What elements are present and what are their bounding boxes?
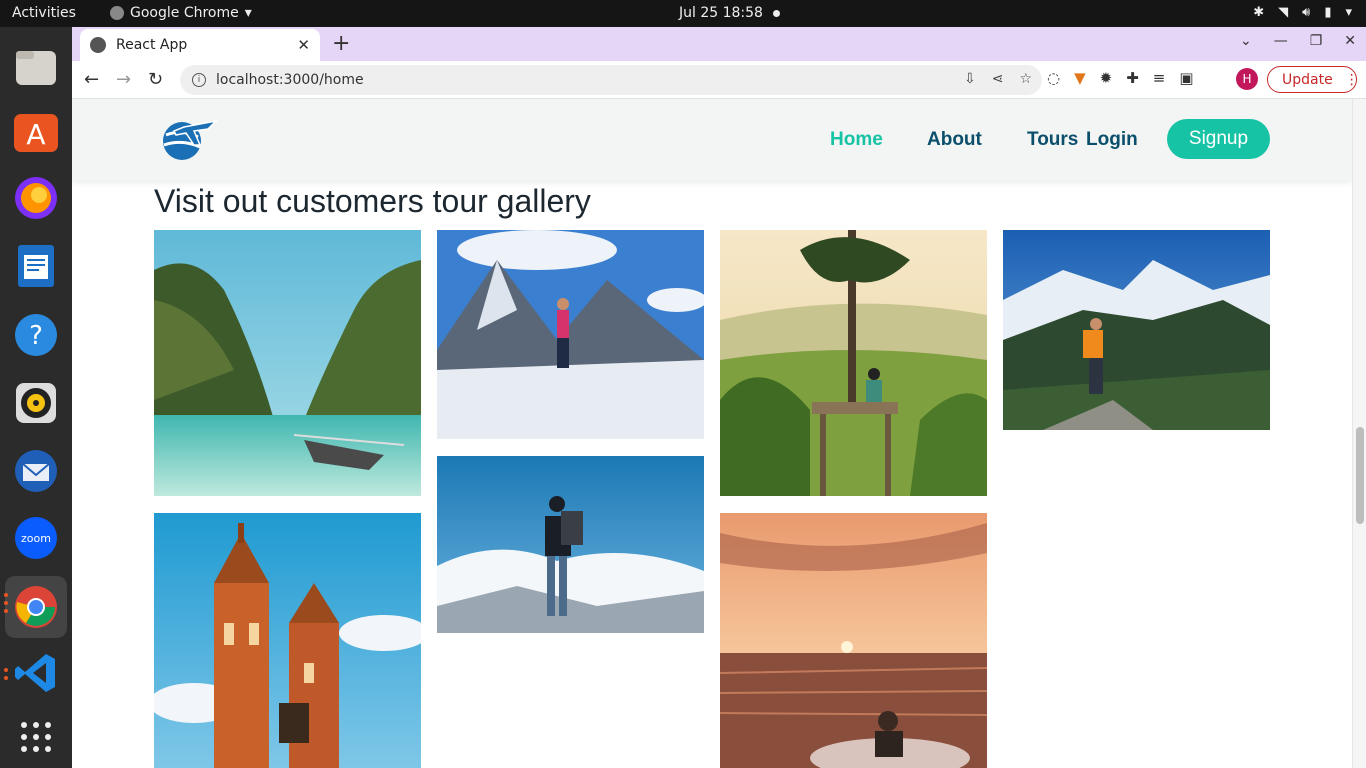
extension-clock-icon[interactable]: ◌ [1047,69,1060,87]
tab-search-icon[interactable]: ⌄ [1240,33,1252,49]
restore-button[interactable]: ❐ [1310,33,1323,49]
window-controls: ⌄ — ❐ ✕ [1240,33,1356,49]
app-menu-label: Google Chrome [130,5,239,21]
nav-about-link[interactable]: About [927,129,982,151]
side-panel-icon[interactable]: ▣ [1179,69,1193,87]
thunderbird-icon[interactable] [12,447,60,495]
rhythmbox-icon[interactable] [12,379,60,427]
gallery-photo-backpacker-clouds[interactable] [437,456,704,633]
app-menu[interactable]: Google Chrome ▾ [110,5,252,21]
help-icon[interactable]: ? [12,311,60,359]
extension-bug-icon[interactable]: ✹ [1100,69,1113,87]
system-top-bar: Activities Google Chrome ▾ Jul 25 18:58 … [0,0,1366,27]
profile-avatar[interactable]: H [1236,68,1258,90]
update-button[interactable]: Update ⋮ [1267,66,1359,93]
gallery-photo-snow-mountain-climber[interactable] [437,230,704,439]
reload-button[interactable]: ↻ [148,69,163,90]
metamask-icon[interactable]: ▼ [1074,69,1086,87]
svg-text:?: ? [29,321,43,351]
slack-tray-icon[interactable]: ✱ [1253,5,1264,20]
minimize-button[interactable]: — [1274,33,1288,49]
volume-icon: 🔊︎ [1302,5,1311,20]
files-icon[interactable] [12,43,60,91]
battery-icon: ▮ [1324,5,1332,20]
svg-text:A: A [26,118,45,151]
show-apps-icon[interactable] [12,713,60,761]
tab-react-app[interactable]: React App ✕ [80,29,320,61]
wifi-icon: ◥ [1278,5,1289,20]
software-center-icon[interactable]: A [12,107,60,155]
address-bar[interactable]: i localhost:3000/home ⇩ ⋖ ☆ [180,65,1042,95]
bookmark-star-icon[interactable]: ☆ [1019,71,1032,87]
url-text[interactable]: localhost:3000/home [216,72,364,88]
libreoffice-writer-icon[interactable] [12,242,60,290]
tab-favicon-icon [90,37,106,53]
back-button[interactable]: ← [84,69,99,90]
close-window-button[interactable]: ✕ [1344,33,1356,49]
new-tab-button[interactable]: + [332,31,350,56]
chevron-down-icon: ▾ [1345,5,1352,20]
gallery-photo-gothic-cathedral[interactable] [154,513,421,768]
share-icon[interactable]: ⋖ [992,71,1004,87]
vscode-icon[interactable] [12,649,60,697]
gallery-photo-tree-platform-valley[interactable] [720,230,987,496]
chevron-down-icon: ▾ [244,5,252,21]
media-control-icon[interactable]: ≡ [1153,69,1166,87]
nav-login-link[interactable]: Login [1086,129,1138,151]
dock: A ? zoom [0,27,72,768]
tab-strip: React App ✕ + ⌄ — ❐ ✕ [72,27,1366,61]
gallery-photo-hiker-alpine-ridge[interactable] [1003,230,1270,430]
chrome-small-icon [110,6,124,20]
web-page: Home About Tours Login Signup Visit out … [72,99,1352,768]
notification-dot [773,10,780,17]
gallery-photo-sunset-sea[interactable] [720,513,987,768]
tab-title: React App [116,37,188,53]
install-app-icon[interactable]: ⇩ [964,71,976,87]
scrollbar-thumb[interactable] [1356,427,1364,524]
chrome-icon[interactable] [5,576,67,638]
firefox-icon[interactable] [12,174,60,222]
clock[interactable]: Jul 25 18:58 [679,5,763,21]
system-tray[interactable]: ✱ ◥ 🔊︎ ▮ ▾ [1253,5,1352,20]
extensions-puzzle-icon[interactable]: ✚ [1126,69,1139,87]
gallery-photo-tropical-lagoon[interactable] [154,230,421,496]
activities-button[interactable]: Activities [12,5,76,21]
page-scrollbar[interactable] [1352,99,1366,768]
extensions-bar: ◌ ▼ ✹ ✚ ≡ ▣ [1047,69,1194,87]
gallery-title: Visit out customers tour gallery [154,183,591,219]
close-tab-icon[interactable]: ✕ [297,36,310,54]
signup-button[interactable]: Signup [1167,119,1270,159]
nav-tours-link[interactable]: Tours [1027,129,1078,151]
forward-button[interactable]: → [116,69,131,90]
nav-home-link[interactable]: Home [830,129,883,151]
travel-logo-icon[interactable] [154,115,218,163]
site-header: Home About Tours Login Signup [72,99,1352,181]
svg-text:zoom: zoom [21,532,51,545]
browser-toolbar: ← → ↻ i localhost:3000/home ⇩ ⋖ ☆ ◌ ▼ ✹ … [72,61,1366,99]
update-label: Update [1282,71,1333,88]
site-info-icon[interactable]: i [192,73,206,87]
browser-window: React App ✕ + ⌄ — ❐ ✕ ← → ↻ i localhost:… [72,27,1366,768]
zoom-icon[interactable]: zoom [12,514,60,562]
more-menu-icon[interactable]: ⋮ [1345,72,1359,88]
